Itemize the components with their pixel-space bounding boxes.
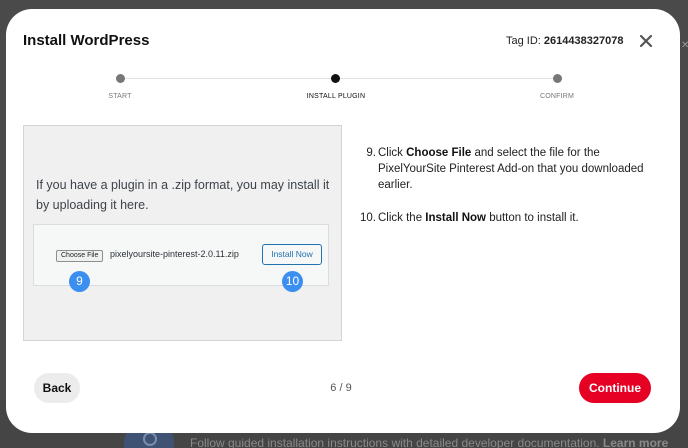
choose-file-button-example: Choose File [56, 250, 104, 262]
modal-title: Install WordPress [23, 32, 150, 49]
step-label-confirm: CONFIRM [539, 93, 575, 100]
install-wordpress-modal: Install WordPress Tag ID: 2614438327078 … [6, 9, 680, 433]
upload-plugin-text: If you have a plugin in a .zip format, y… [36, 178, 330, 212]
step-label-install-plugin: INSTALL PLUGIN [306, 93, 366, 100]
step-badge-10: 10 [282, 271, 303, 292]
illustration-panel: If you have a plugin in a .zip format, y… [23, 125, 342, 341]
tag-id: Tag ID: 2614438327078 [506, 35, 623, 47]
selected-file-name: pixelyoursite-pinterest-2.0.11.zip [110, 249, 239, 259]
learn-more-link: Learn more [602, 436, 669, 448]
step-dot-confirm [553, 74, 562, 83]
step-label-start: START [108, 93, 132, 100]
background-text: Follow guided installation instructions … [190, 436, 600, 448]
instruction-text: Click the Install Now button to install … [378, 212, 579, 224]
step-dot-install-plugin [331, 74, 340, 83]
tag-id-value: 2614438327078 [543, 35, 624, 47]
upload-form: Choose File pixelyoursite-pinterest-2.0.… [33, 224, 329, 292]
instruction-number: 10. [360, 212, 376, 224]
instruction-text: Click Choose File and select the file fo… [378, 147, 644, 191]
continue-button[interactable]: Continue [579, 373, 651, 403]
instruction-number: 9. [366, 147, 376, 159]
back-button[interactable]: Back [34, 373, 80, 403]
step-badge-9: 9 [69, 271, 90, 292]
close-icon [639, 34, 653, 48]
background-description: Follow guided installation instructions … [190, 436, 668, 448]
tag-id-label: Tag ID: [506, 35, 541, 47]
install-now-button-example: Install Now [262, 244, 322, 265]
close-button[interactable] [638, 33, 654, 49]
page-counter: 6 / 9 [330, 382, 352, 394]
background-edge-icon: ✕ [681, 40, 688, 51]
step-dot-start [116, 74, 125, 83]
